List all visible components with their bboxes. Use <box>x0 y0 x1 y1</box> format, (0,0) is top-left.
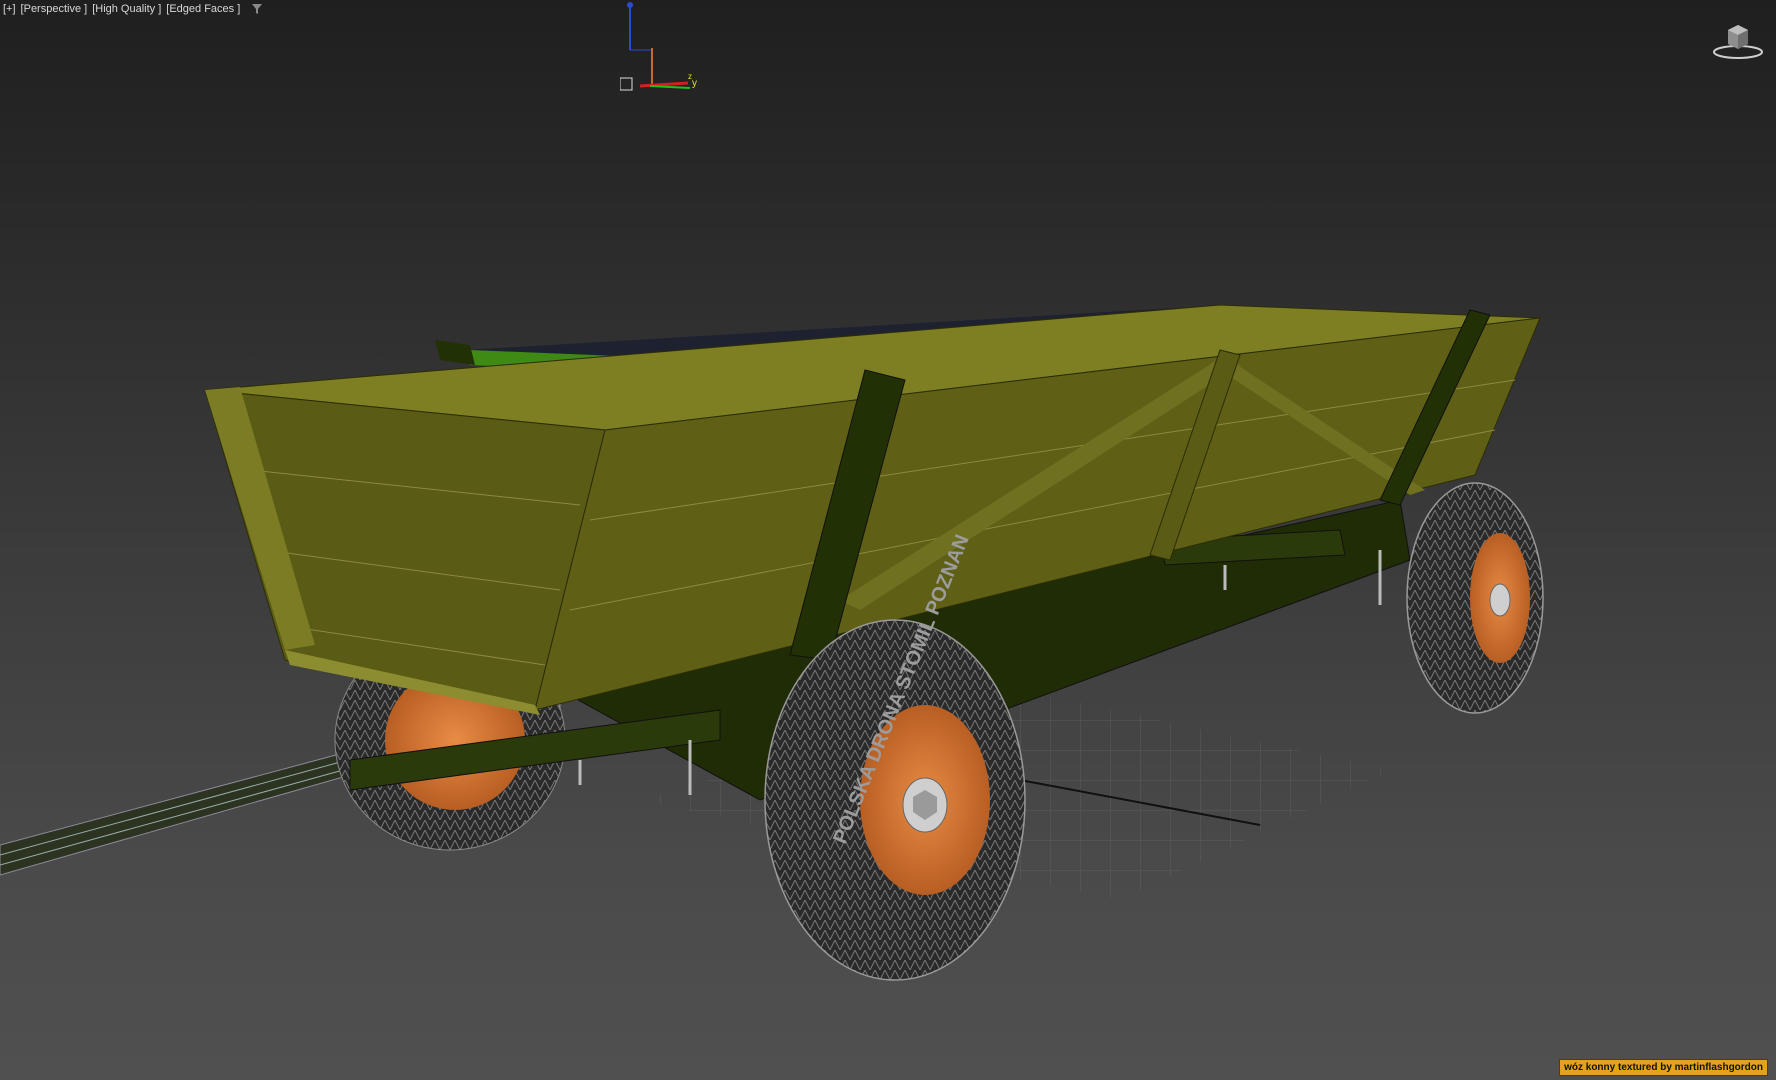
viewcube-icon[interactable] <box>1710 22 1766 60</box>
gizmo-z-label: z <box>688 72 692 81</box>
viewport-view-label[interactable]: [Perspective ] <box>21 3 88 15</box>
gizmo-y-label: y <box>692 78 697 89</box>
viewport-quality-label[interactable]: [High Quality ] <box>92 3 161 15</box>
wagon-scene[interactable]: POLSKA DRONA STOMIL POZNAN <box>0 0 1776 1080</box>
viewport-shading-label[interactable]: [Edged Faces ] <box>166 3 240 15</box>
axis-gizmo: y z <box>620 2 697 91</box>
3d-viewport[interactable]: POLSKA DRONA STOMIL POZNAN [+] [Perspect… <box>0 0 1776 1080</box>
funnel-icon[interactable] <box>251 3 263 15</box>
wheel-rear-right <box>1406 482 1544 714</box>
author-watermark: wóz konny textured by martinflashgordon <box>1559 1059 1768 1076</box>
viewport-label-bar: [+] [Perspective ] [High Quality ] [Edge… <box>3 3 263 15</box>
viewport-menu-label[interactable]: [+] <box>3 3 16 15</box>
